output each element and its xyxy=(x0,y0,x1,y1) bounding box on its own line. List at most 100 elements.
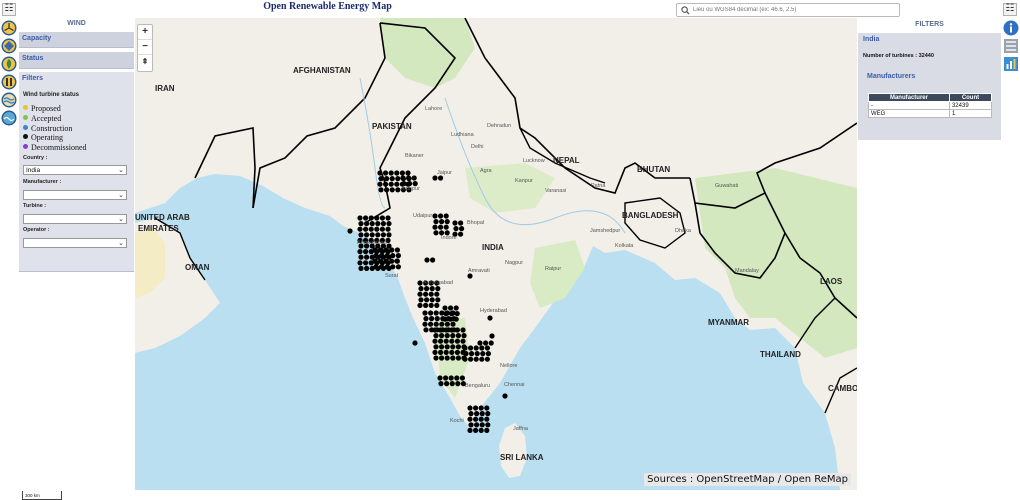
turbine-marker[interactable] xyxy=(411,175,417,181)
turbine-marker[interactable] xyxy=(455,355,461,361)
turbine-marker[interactable] xyxy=(468,422,474,428)
turbine-marker[interactable] xyxy=(453,316,459,322)
turbine-marker[interactable] xyxy=(478,405,484,411)
turbine-marker[interactable] xyxy=(364,221,370,227)
turbine-marker[interactable] xyxy=(439,333,445,339)
turbine-marker[interactable] xyxy=(347,228,353,234)
turbine-marker[interactable] xyxy=(383,181,389,187)
turbine-marker[interactable] xyxy=(389,247,395,253)
turbine-marker[interactable] xyxy=(369,221,375,227)
zoom-out-button[interactable]: − xyxy=(138,40,152,55)
hydro-icon[interactable] xyxy=(1,92,17,108)
turbine-marker[interactable] xyxy=(454,349,460,355)
turbine-marker[interactable] xyxy=(443,349,449,355)
turbine-marker[interactable] xyxy=(430,257,436,263)
turbine-marker[interactable] xyxy=(389,258,395,264)
turbine-marker[interactable] xyxy=(380,221,386,227)
operator-select[interactable]: ⌄ xyxy=(23,238,127,248)
turbine-marker[interactable] xyxy=(502,393,508,399)
turbine-marker[interactable] xyxy=(394,258,400,264)
turbine-marker[interactable] xyxy=(378,187,384,193)
turbine-marker[interactable] xyxy=(478,416,484,422)
turbine-marker[interactable] xyxy=(373,264,379,270)
turbine-marker[interactable] xyxy=(432,349,438,355)
turbine-marker[interactable] xyxy=(364,254,370,260)
turbine-marker[interactable] xyxy=(377,170,383,176)
turbine-marker[interactable] xyxy=(432,338,438,344)
turbine-marker[interactable] xyxy=(380,232,386,238)
turbine-marker[interactable] xyxy=(386,221,392,227)
turbine-marker[interactable] xyxy=(384,176,390,182)
turbine-marker[interactable] xyxy=(379,264,385,270)
turbine-marker[interactable] xyxy=(467,405,473,411)
turbine-marker[interactable] xyxy=(429,297,435,303)
turbine-marker[interactable] xyxy=(434,302,440,308)
turbine-marker[interactable] xyxy=(383,258,389,264)
filters-heading[interactable]: Filters xyxy=(19,72,134,85)
turbine-marker[interactable] xyxy=(449,338,455,344)
zoom-in-button[interactable]: + xyxy=(138,25,152,40)
turbine-marker[interactable] xyxy=(423,302,429,308)
turbine-marker[interactable] xyxy=(378,247,384,253)
turbine-marker[interactable] xyxy=(434,291,440,297)
turbine-marker[interactable] xyxy=(422,310,428,316)
turbine-marker[interactable] xyxy=(444,344,450,350)
turbine-marker[interactable] xyxy=(474,351,480,357)
turbine-marker[interactable] xyxy=(455,333,461,339)
turbine-marker[interactable] xyxy=(467,273,473,279)
turbine-marker[interactable] xyxy=(468,356,474,362)
turbine-marker[interactable] xyxy=(443,311,449,317)
turbine-marker[interactable] xyxy=(444,355,450,361)
turbine-marker[interactable] xyxy=(484,405,490,411)
turbine-marker[interactable] xyxy=(400,175,406,181)
turbine-marker[interactable] xyxy=(479,422,485,428)
turbine-marker[interactable] xyxy=(364,265,370,271)
turbine-marker[interactable] xyxy=(412,340,418,346)
turbine-marker[interactable] xyxy=(438,327,444,333)
turbine-marker[interactable] xyxy=(433,321,439,327)
turbine-marker[interactable] xyxy=(395,176,401,182)
map-view[interactable]: AFGHANISTAN IRAN PAKISTAN NEPAL BHUTAN I… xyxy=(135,18,857,490)
turbine-marker[interactable] xyxy=(473,356,479,362)
turbine-marker[interactable] xyxy=(428,310,434,316)
turbine-marker[interactable] xyxy=(432,224,438,230)
turbine-marker[interactable] xyxy=(433,219,439,225)
turbine-marker[interactable] xyxy=(384,264,390,270)
turbine-marker[interactable] xyxy=(435,297,441,303)
turbine-marker[interactable] xyxy=(433,310,439,316)
turbine-marker[interactable] xyxy=(483,340,489,346)
capacity-heading[interactable]: Capacity xyxy=(19,32,134,45)
turbine-marker[interactable] xyxy=(485,351,491,357)
turbine-marker[interactable] xyxy=(484,416,490,422)
turbine-marker[interactable] xyxy=(374,226,380,232)
turbine-marker[interactable] xyxy=(429,316,435,322)
turbine-marker[interactable] xyxy=(452,220,458,226)
turbine-marker[interactable] xyxy=(372,258,378,264)
turbine-marker[interactable] xyxy=(449,349,455,355)
turbine-marker[interactable] xyxy=(417,291,423,297)
turbine-marker[interactable] xyxy=(428,321,434,327)
turbine-marker[interactable] xyxy=(454,375,460,381)
turbine-marker[interactable] xyxy=(357,260,363,266)
turbine-marker[interactable] xyxy=(439,321,445,327)
turbine-marker[interactable] xyxy=(423,316,429,322)
turbine-marker[interactable] xyxy=(484,345,490,351)
turbine-marker[interactable] xyxy=(386,232,392,238)
turbine-marker[interactable] xyxy=(368,226,374,232)
turbine-marker[interactable] xyxy=(462,356,468,362)
turbine-marker[interactable] xyxy=(395,253,401,259)
turbine-marker[interactable] xyxy=(459,226,465,232)
turbine-marker[interactable] xyxy=(443,224,449,230)
turbine-select[interactable]: ⌄ xyxy=(23,214,127,224)
turbine-marker[interactable] xyxy=(378,176,384,182)
turbine-marker[interactable] xyxy=(418,286,424,292)
turbine-marker[interactable] xyxy=(454,327,460,333)
turbine-marker[interactable] xyxy=(388,170,394,176)
turbine-marker[interactable] xyxy=(477,340,483,346)
info-icon[interactable] xyxy=(1003,20,1019,36)
turbine-marker[interactable] xyxy=(375,221,381,227)
turbine-marker[interactable] xyxy=(443,327,449,333)
turbine-marker[interactable] xyxy=(394,247,400,253)
turbine-marker[interactable] xyxy=(468,411,474,417)
turbine-marker[interactable] xyxy=(424,257,430,263)
